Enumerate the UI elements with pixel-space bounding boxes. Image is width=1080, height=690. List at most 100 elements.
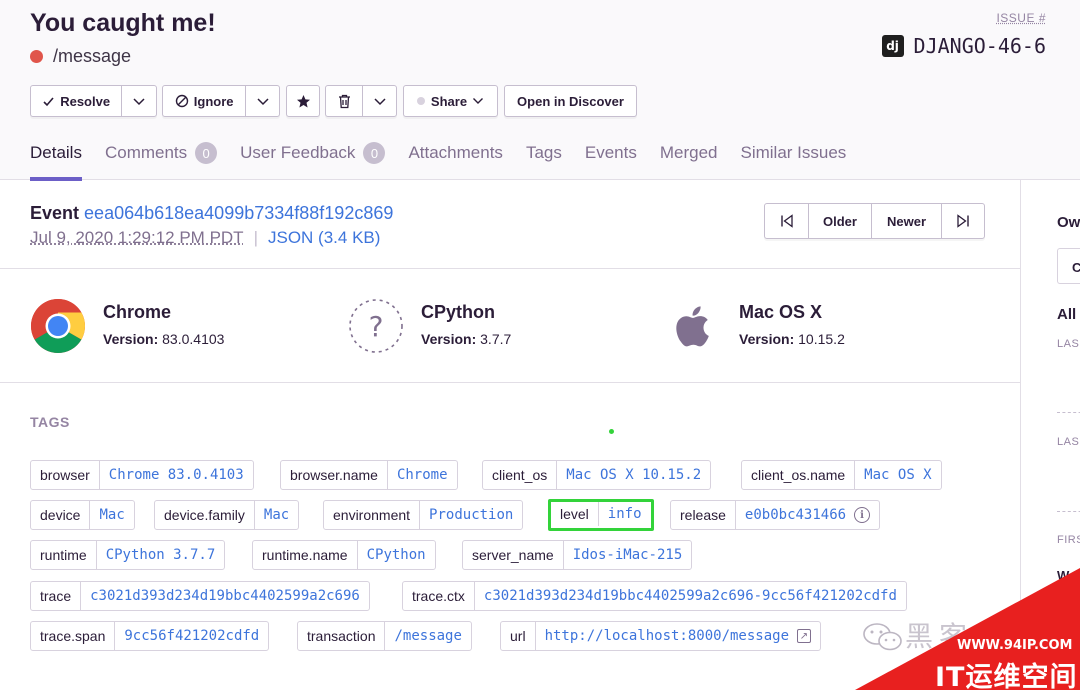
tag-pill[interactable]: browser Chrome 83.0.4103 bbox=[30, 460, 254, 490]
context-runtime: ? CPython Version: 3.7.7 bbox=[348, 298, 511, 354]
tag-pill[interactable]: environment Production bbox=[323, 500, 524, 530]
oldest-button[interactable] bbox=[765, 204, 809, 238]
tag-pill[interactable]: trace.span 9cc56f421202cdfd bbox=[30, 621, 270, 651]
tag-pill[interactable]: runtime CPython 3.7.7 bbox=[30, 540, 226, 570]
ignore-button[interactable]: Ignore bbox=[163, 86, 245, 116]
ignore-dropdown[interactable] bbox=[246, 86, 279, 116]
event-meta: Jul 9, 2020 1:29:12 PM PDT | JSON (3.4 K… bbox=[30, 228, 380, 248]
tag-value: Mac bbox=[99, 507, 125, 523]
tag-pill[interactable]: trace.ctx c3021d393d234d19bbc4402599a2c69… bbox=[402, 581, 907, 611]
tab-similar-issues[interactable]: Similar Issues bbox=[740, 140, 846, 166]
tag-pill[interactable]: transaction/message bbox=[297, 621, 472, 651]
chevron-down-icon bbox=[374, 97, 386, 105]
culprit-text: /message bbox=[53, 46, 132, 66]
resolve-button[interactable]: Resolve bbox=[31, 86, 121, 116]
context-name: CPython bbox=[421, 302, 495, 322]
tag-value: CPython bbox=[366, 547, 426, 563]
tag-key: browser.name bbox=[281, 461, 388, 489]
tab-label: User Feedback bbox=[240, 143, 356, 162]
ignore-icon bbox=[175, 94, 188, 108]
tag-key: environment bbox=[324, 501, 421, 529]
delete-dropdown[interactable] bbox=[363, 86, 396, 116]
context-version: Version: 10.15.2 bbox=[739, 331, 845, 347]
event-label: Event bbox=[30, 203, 80, 223]
context-os: Mac OS X Version: 10.15.2 bbox=[666, 298, 845, 354]
share-button[interactable]: Share bbox=[403, 85, 498, 117]
svg-text:?: ? bbox=[369, 310, 384, 343]
tag-key: browser bbox=[31, 461, 100, 489]
tag-pill[interactable]: device.family Mac bbox=[154, 500, 300, 530]
tag-pill[interactable]: device Mac bbox=[30, 500, 135, 530]
newer-button[interactable]: Newer bbox=[872, 204, 942, 238]
tag-key: trace bbox=[31, 582, 82, 610]
tag-key: client_os bbox=[483, 461, 558, 489]
last-seen-label: LAS bbox=[1057, 338, 1080, 350]
tab-comments[interactable]: Comments 0 bbox=[105, 140, 218, 166]
django-icon: dj bbox=[881, 35, 904, 57]
tag-value: Chrome 83.0.4103 bbox=[108, 467, 244, 483]
external-link-icon[interactable]: ↗ bbox=[797, 629, 811, 643]
issue-short-id[interactable]: dj DJANGO-46-6 bbox=[881, 34, 1046, 58]
tag-pill-highlighted[interactable]: level info bbox=[548, 499, 654, 531]
resolve-label: Resolve bbox=[60, 93, 111, 109]
event-id-link[interactable]: eea064b618ea4099b7334f88f192c869 bbox=[84, 203, 393, 223]
divider bbox=[1057, 412, 1080, 413]
trash-icon bbox=[338, 94, 350, 108]
apple-icon bbox=[676, 306, 709, 347]
context-version: Version: 83.0.4103 bbox=[103, 331, 225, 347]
tab-attachments[interactable]: Attachments bbox=[408, 140, 503, 166]
error-level-dot bbox=[30, 50, 43, 63]
tag-pill[interactable]: trace c3021d393d234d19bbc4402599a2c696 bbox=[30, 581, 370, 611]
divider: | bbox=[253, 228, 258, 247]
resolve-dropdown[interactable] bbox=[122, 86, 156, 116]
tag-key: runtime bbox=[31, 541, 97, 569]
issue-id-text: DJANGO-46-6 bbox=[913, 34, 1046, 58]
last-seen-label: LAS bbox=[1057, 436, 1080, 448]
event-date: Jul 9, 2020 1:29:12 PM PDT bbox=[30, 228, 244, 247]
ignore-label: Ignore bbox=[193, 93, 234, 109]
resolve-button-group: Resolve bbox=[30, 85, 157, 117]
tab-label: Merged bbox=[659, 143, 718, 162]
tab-events[interactable]: Events bbox=[585, 140, 637, 166]
delete-button[interactable] bbox=[326, 86, 362, 116]
tag-key: device bbox=[31, 501, 91, 529]
json-link[interactable]: JSON (3.4 KB) bbox=[268, 228, 380, 248]
feedback-count-badge: 0 bbox=[363, 142, 386, 164]
tag-value: /message bbox=[394, 628, 462, 644]
open-in-discover-button[interactable]: Open in Discover bbox=[504, 85, 637, 117]
unknown-icon: ? bbox=[349, 299, 403, 353]
issue-tabs: Details Comments 0 User Feedback 0 Attachm… bbox=[30, 140, 869, 181]
event-title: Event eea064b618ea4099b7334f88f192c869 bbox=[30, 203, 393, 224]
tab-merged[interactable]: Merged bbox=[660, 140, 718, 166]
page-title: You caught me! bbox=[30, 9, 216, 37]
tag-pill[interactable]: browser.name Chrome bbox=[280, 460, 458, 490]
tag-pill[interactable]: runtime.name CPython bbox=[252, 540, 436, 570]
tag-value: http://localhost:8000/message ↗ bbox=[536, 622, 820, 650]
newest-button[interactable] bbox=[942, 204, 984, 238]
tag-value: Mac OS X 10.15.2 bbox=[566, 467, 702, 483]
issue-culprit: /message bbox=[30, 46, 131, 67]
tab-details[interactable]: Details bbox=[30, 140, 82, 181]
tag-value: Mac bbox=[263, 507, 290, 523]
context-name: Chrome bbox=[103, 302, 172, 322]
tag-pill[interactable]: server_name Idos-iMac-215 bbox=[462, 540, 693, 570]
tab-tags[interactable]: Tags bbox=[526, 140, 562, 166]
tab-user-feedback[interactable]: User Feedback 0 bbox=[240, 140, 386, 166]
owner-input[interactable]: C bbox=[1057, 248, 1080, 284]
tag-pill[interactable]: release e0b0bc431466 i bbox=[670, 500, 881, 530]
delete-button-group bbox=[325, 85, 397, 117]
tag-value: 9cc56f421202cdfd bbox=[124, 628, 260, 644]
tag-pill[interactable]: client_os.name Mac OS X bbox=[741, 460, 942, 490]
first-page-icon bbox=[780, 214, 793, 228]
contexts-summary: Chrome Version: 83.0.4103 ? CPython Vers… bbox=[0, 270, 1020, 383]
tag-pill[interactable]: client_os Mac OS X 10.15.2 bbox=[482, 460, 712, 490]
tag-key: server_name bbox=[463, 541, 564, 569]
tag-pill[interactable]: url http://localhost:8000/message ↗ bbox=[500, 621, 821, 651]
info-icon[interactable]: i bbox=[854, 507, 871, 523]
last-page-icon bbox=[957, 214, 969, 228]
tag-value: c3021d393d234d19bbc4402599a2c696-9cc56f4… bbox=[483, 588, 897, 604]
bookmark-button[interactable] bbox=[286, 85, 320, 117]
divider bbox=[1057, 511, 1080, 512]
marker-dot bbox=[609, 429, 614, 434]
older-button[interactable]: Older bbox=[809, 204, 872, 238]
